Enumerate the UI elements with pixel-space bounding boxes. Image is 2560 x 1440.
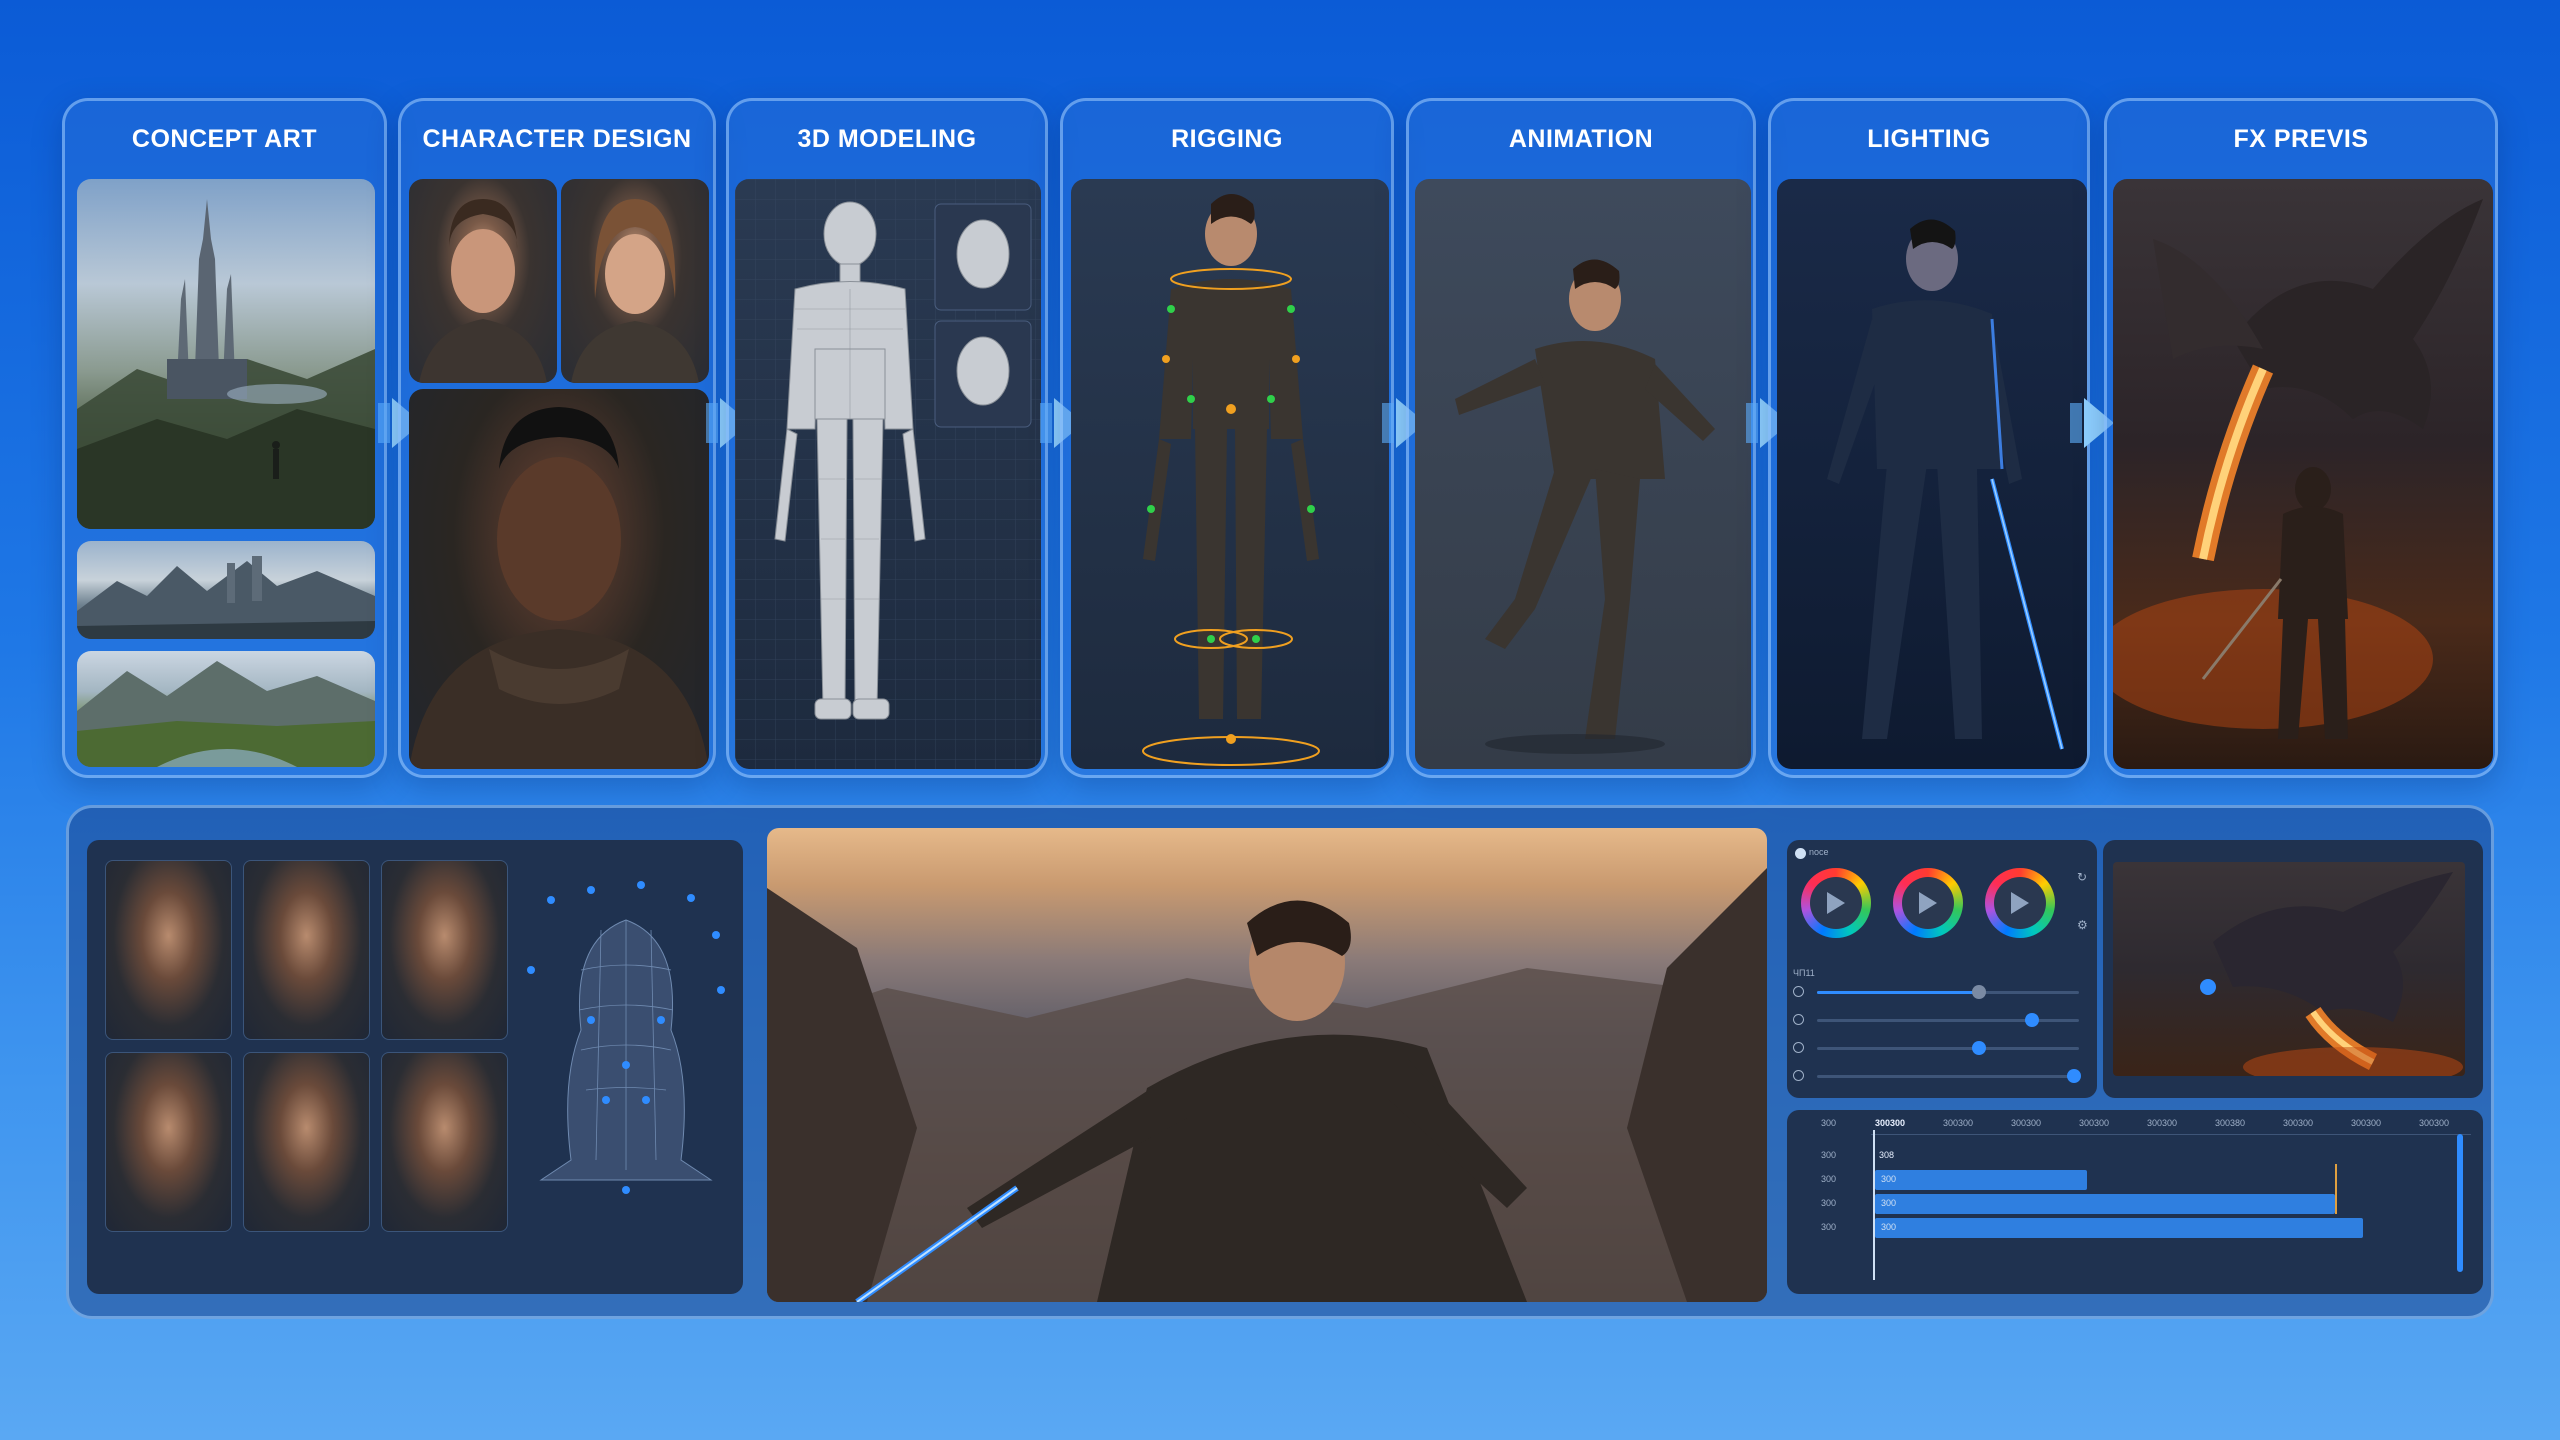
- playhead-start[interactable]: [1873, 1130, 1875, 1280]
- fx-preview-panel: [2103, 840, 2483, 1098]
- expression-thumbnail[interactable]: [105, 860, 232, 1040]
- color-wheel-lift[interactable]: [1801, 868, 1871, 938]
- facial-expressions-panel: [87, 840, 743, 1294]
- expression-thumbnail[interactable]: [381, 1052, 508, 1232]
- portrait-female-image[interactable]: [561, 179, 709, 383]
- slider-track[interactable]: [1817, 1075, 2079, 1078]
- track-label: 300: [1821, 1198, 1837, 1208]
- stage-character-design[interactable]: CHARACTER DESIGN: [398, 98, 716, 778]
- ruler-label: 300300: [2419, 1118, 2450, 1128]
- ruler-label: 300300: [2283, 1118, 2314, 1128]
- slider-toggle[interactable]: [1793, 986, 1804, 997]
- stage-lighting[interactable]: LIGHTING: [1768, 98, 2090, 778]
- lit-character-view[interactable]: [1777, 179, 2087, 769]
- timeline-panel: 300 300300 300300 300300 300300 300300 3…: [1787, 1110, 2483, 1294]
- ruins-landscape-image[interactable]: [77, 541, 375, 639]
- ruler-label: 300300: [2351, 1118, 2382, 1128]
- stage-title: CHARACTER DESIGN: [422, 125, 692, 153]
- fx-preview-frame[interactable]: [2113, 862, 2465, 1076]
- color-wheel-gamma[interactable]: [1893, 868, 1963, 938]
- hero-shot-viewer[interactable]: [767, 828, 1767, 1302]
- color-wheel-gain[interactable]: [1985, 868, 2055, 938]
- stage-title: 3D MODELING: [797, 125, 977, 153]
- slider-toggle[interactable]: [1793, 1070, 1804, 1081]
- expression-thumbnail[interactable]: [381, 860, 508, 1040]
- track-label: 300: [1821, 1222, 1837, 1232]
- rigged-character-view[interactable]: [1071, 179, 1389, 769]
- clip-label: 300: [1881, 1222, 1897, 1232]
- playhead-marker[interactable]: [2335, 1164, 2337, 1214]
- slider-knob[interactable]: [2066, 1069, 2081, 1083]
- timeline-top-label: 300: [1821, 1118, 1837, 1128]
- slider-knob[interactable]: [1972, 985, 1987, 999]
- color-grading-panel: noce ↻ ⚙ ЧП11: [1787, 840, 2097, 1098]
- track-label: 300: [1821, 1174, 1837, 1184]
- expression-thumbnail[interactable]: [105, 1052, 232, 1232]
- expression-thumbnail[interactable]: [243, 860, 370, 1040]
- portrait-male-image[interactable]: [409, 179, 557, 383]
- stage-title: RIGGING: [1171, 125, 1283, 153]
- stage-title: CONCEPT ART: [131, 125, 318, 153]
- valley-landscape-image[interactable]: [77, 651, 375, 767]
- stage-title: ANIMATION: [1508, 125, 1654, 153]
- castle-landscape-image[interactable]: [77, 179, 375, 529]
- stage-rigging[interactable]: RIGGING: [1060, 98, 1394, 778]
- stage-title: LIGHTING: [1867, 125, 1991, 153]
- stage-animation[interactable]: ANIMATION: [1406, 98, 1756, 778]
- slider-fill: [1817, 991, 1980, 994]
- track-label: 300: [1821, 1150, 1837, 1160]
- slider-knob[interactable]: [1972, 1041, 1987, 1055]
- slider-track[interactable]: [1817, 1019, 2079, 1022]
- running-character-view[interactable]: [1415, 179, 1751, 769]
- slider-toggle[interactable]: [1793, 1014, 1804, 1025]
- ruler-label: 300300: [2147, 1118, 2178, 1128]
- stage-concept-art[interactable]: CONCEPT ART: [62, 98, 387, 778]
- slider-toggle[interactable]: [1793, 1042, 1804, 1053]
- ruler-label: 300380: [2215, 1118, 2246, 1128]
- slider-track[interactable]: [1817, 1047, 2079, 1050]
- ruler-label: 300300: [2011, 1118, 2042, 1128]
- timeline-clip[interactable]: [1875, 1218, 2363, 1238]
- timeline-clip[interactable]: [1875, 1170, 2087, 1190]
- stage-fx-previs[interactable]: FX PREVIS: [2104, 98, 2498, 778]
- expression-thumbnail[interactable]: [243, 1052, 370, 1232]
- settings-icon[interactable]: ⚙: [2077, 918, 2088, 932]
- reset-icon[interactable]: ↻: [2077, 870, 2087, 884]
- dragon-fx-view[interactable]: [2113, 179, 2493, 769]
- review-panel: noce ↻ ⚙ ЧП11 300 300300 300300 300300 3…: [66, 805, 2494, 1319]
- portrait-male-dark-image[interactable]: [409, 389, 709, 769]
- stage-title: FX PREVIS: [2233, 125, 2369, 153]
- ruler-label: 300300: [1875, 1118, 1906, 1128]
- wireframe-model-view[interactable]: [735, 179, 1041, 769]
- clip-label: 300: [1881, 1174, 1897, 1184]
- ruler-line: [1871, 1134, 2471, 1135]
- ruler-label: 300300: [1943, 1118, 1974, 1128]
- stage-3d-modeling[interactable]: 3D MODELING: [726, 98, 1048, 778]
- ruler-label: 300300: [2079, 1118, 2110, 1128]
- section-label: ЧП11: [1793, 968, 1815, 978]
- panel-status-dot: [1795, 848, 1806, 859]
- clip-label: 308: [1879, 1150, 1895, 1160]
- clip-label: 300: [1881, 1198, 1897, 1208]
- timeline-scrollbar[interactable]: [2457, 1134, 2463, 1272]
- panel-header-label: noce: [1809, 847, 1829, 857]
- face-mesh-capture[interactable]: [521, 880, 731, 1200]
- timeline-clip[interactable]: [1875, 1194, 2335, 1214]
- slider-knob[interactable]: [2024, 1013, 2039, 1027]
